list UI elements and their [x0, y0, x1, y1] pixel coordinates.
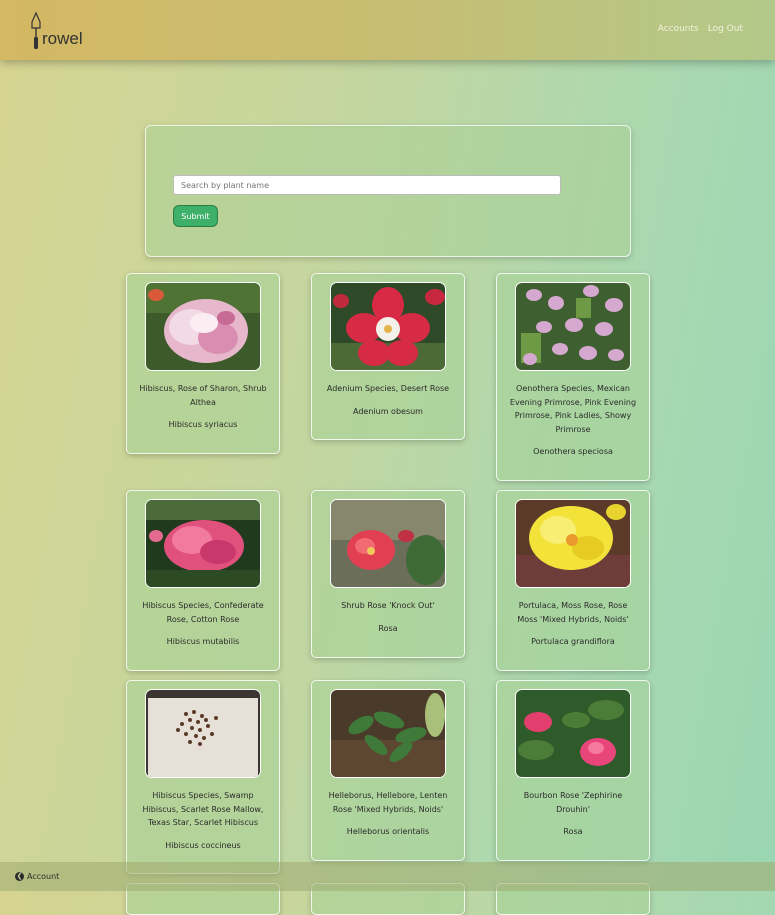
nav-links: Accounts Log Out: [658, 24, 743, 34]
search-panel: Submit: [145, 125, 631, 257]
plant-photo: [145, 499, 261, 588]
logo[interactable]: rowel: [28, 12, 83, 50]
plant-common-name: Oenothera Species, Mexican Evening Primr…: [509, 384, 637, 434]
plant-common-name: Adenium Species, Desert Rose: [326, 384, 450, 393]
plant-card[interactable]: Bourbon Rose 'Zephirine Drouhin' Rosa: [496, 680, 650, 861]
plant-card[interactable]: Oenothera Species, Mexican Evening Primr…: [496, 273, 650, 481]
submit-button[interactable]: Submit: [173, 205, 218, 227]
plant-card[interactable]: Shrub Rose 'Knock Out' Rosa: [311, 490, 465, 658]
logo-text: rowel: [42, 29, 83, 48]
plant-photo: [515, 282, 631, 371]
plant-scientific-name: Portulaca grandiflora: [531, 637, 615, 646]
plant-card[interactable]: Portulaca, Moss Rose, Rose Moss 'Mixed H…: [496, 490, 650, 671]
plant-scientific-name: Oenothera speciosa: [533, 447, 613, 456]
plant-card[interactable]: Hibiscus Species, Swamp Hibiscus, Scarle…: [126, 680, 280, 874]
plant-photo: [145, 282, 261, 371]
plant-common-name: Bourbon Rose 'Zephirine Drouhin': [523, 791, 623, 814]
plant-photo: [515, 499, 631, 588]
plant-scientific-name: Helleborus orientalis: [346, 827, 430, 836]
plant-scientific-name: Rosa: [378, 623, 398, 633]
plant-card[interactable]: Adenium Species, Desert Rose Adenium obe…: [311, 273, 465, 440]
footer-bar: ❮ Account: [0, 862, 775, 891]
plant-common-name: Hibiscus Species, Confederate Rose, Cott…: [142, 601, 264, 624]
plant-common-name: Helleborus, Hellebore, Lenten Rose 'Mixe…: [328, 791, 448, 814]
plant-scientific-name: Hibiscus mutabilis: [166, 637, 240, 646]
search-input[interactable]: [173, 175, 561, 195]
plant-common-name: Shrub Rose 'Knock Out': [341, 601, 435, 610]
footer-account-label: Account: [27, 872, 60, 881]
plant-photo: [330, 689, 446, 778]
nav-accounts-link[interactable]: Accounts: [658, 24, 699, 34]
plant-scientific-name: Hibiscus coccineus: [165, 840, 241, 850]
plant-card[interactable]: Hibiscus, Rose of Sharon, Shrub Althea H…: [126, 273, 280, 454]
plant-photo: [330, 282, 446, 371]
plant-photo: [515, 689, 631, 778]
plant-scientific-name: Hibiscus syriacus: [168, 420, 238, 429]
arrow-left-circle-icon: ❮: [15, 872, 24, 881]
plant-common-name: Portulaca, Moss Rose, Rose Moss 'Mixed H…: [517, 601, 629, 624]
plant-scientific-name: Rosa: [563, 827, 583, 836]
plant-photo: [330, 499, 446, 588]
plant-common-name: Hibiscus, Rose of Sharon, Shrub Althea: [139, 384, 267, 407]
plant-card[interactable]: Hibiscus Species, Confederate Rose, Cott…: [126, 490, 280, 671]
nav-logout-link[interactable]: Log Out: [708, 24, 743, 34]
footer-account-link[interactable]: ❮ Account: [15, 872, 59, 881]
navbar: rowel Accounts Log Out: [0, 0, 775, 60]
plant-photo: [145, 689, 261, 778]
plant-common-name: Hibiscus Species, Swamp Hibiscus, Scarle…: [142, 791, 264, 827]
plant-scientific-name: Adenium obesum: [353, 406, 423, 416]
plant-card[interactable]: Helleborus, Hellebore, Lenten Rose 'Mixe…: [311, 680, 465, 861]
